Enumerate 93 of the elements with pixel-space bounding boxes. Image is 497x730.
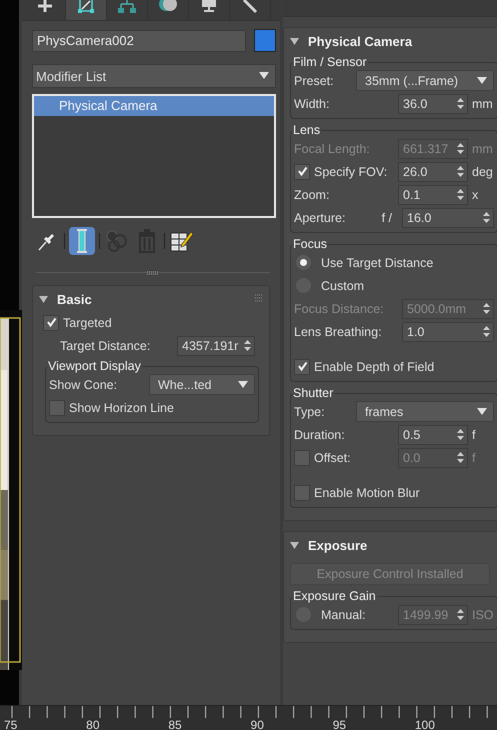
field-label: Duration: [294, 428, 346, 442]
spinner-field[interactable]: 0.5 [398, 424, 468, 444]
field-label: Offset: [314, 450, 352, 464]
checkbox-label[interactable]: Show Horizon Line [69, 400, 174, 414]
group-title: Exposure Gain [292, 589, 377, 603]
dropdown-arrow-icon [477, 76, 487, 84]
field-label: Manual: [321, 608, 366, 622]
dropdown-arrow-icon [259, 72, 269, 80]
checkbox-label[interactable]: Enable Motion Blur [314, 486, 420, 500]
grip-icon [255, 294, 263, 302]
unit-label: x [472, 188, 480, 202]
field-label: Aperture: [294, 210, 346, 224]
stack-item[interactable]: Physical Camera [34, 96, 274, 116]
dropdown[interactable]: frames [356, 401, 494, 422]
field-label: Width: [294, 96, 330, 110]
circles-icon [105, 229, 129, 253]
dropdown-arrow-icon [238, 380, 248, 388]
collapse-arrow-icon[interactable] [290, 542, 299, 549]
rollout-title[interactable]: Physical Camera [308, 34, 412, 49]
spinner-field[interactable]: 36.0 [398, 94, 468, 114]
unit-label: ISO [472, 608, 494, 622]
object-name-field[interactable]: PhysCamera002 [32, 30, 246, 52]
unit-label: f [472, 428, 476, 442]
frame-number: 95 [332, 718, 348, 730]
modify-icon [76, 0, 96, 14]
field-label: Zoom: [294, 188, 330, 202]
spinner-field[interactable]: 26.0 [398, 162, 468, 182]
motion-icon [158, 0, 178, 14]
checkbox[interactable] [49, 400, 65, 416]
plus-icon [35, 0, 55, 14]
group-title: Focus [292, 237, 328, 251]
checkbox[interactable] [294, 164, 310, 180]
unit-label: mm [472, 142, 494, 156]
unit-label: deg [472, 164, 494, 178]
checkbox-label[interactable]: Targeted [63, 316, 112, 330]
group-title: Viewport Display [47, 359, 142, 373]
unit-label: mm [472, 96, 494, 110]
spinner-arrows-icon [457, 609, 464, 620]
radio-button[interactable] [296, 255, 311, 270]
hierarchy-icon [117, 0, 137, 14]
spinner-arrows-icon [483, 212, 490, 223]
spinner-arrows-icon [457, 189, 464, 200]
field-label: Type: [294, 404, 326, 418]
spinner-field[interactable]: 4357.191r [177, 336, 255, 356]
group-title: Shutter [292, 386, 334, 400]
frame-number: 80 [86, 718, 101, 730]
checkbox[interactable] [43, 314, 59, 330]
spinner-arrows-icon [244, 340, 251, 351]
spinner-field[interactable]: 0.1 [398, 184, 468, 204]
dropdown[interactable]: 35mm (...Frame) [356, 70, 494, 91]
modifier-list-dropdown[interactable]: Modifier List [32, 64, 276, 88]
spinner-arrows-icon [483, 303, 490, 314]
radio-label[interactable]: Use Target Distance [321, 256, 434, 270]
collapse-arrow-icon[interactable] [290, 38, 299, 45]
rollout-title[interactable]: Basic [57, 292, 92, 307]
field-label: Lens Breathing: [294, 324, 383, 338]
spinner-arrows-icon [457, 166, 464, 177]
frame-number: 75 [4, 718, 18, 730]
spinner-field[interactable]: 16.0 [402, 208, 494, 228]
frame-number: 100 [414, 718, 436, 730]
spinner-arrows-icon [457, 98, 464, 109]
collapse-arrow-icon[interactable] [39, 296, 48, 303]
spinner-arrows-icon [457, 429, 464, 440]
frame-number: 90 [250, 718, 265, 730]
rollout-title[interactable]: Exposure [308, 538, 368, 553]
group-title: Lens [292, 123, 322, 137]
dropdown-arrow-icon [477, 408, 487, 416]
field-label: Preset: [294, 74, 335, 88]
wrench-icon [240, 0, 260, 14]
field-label: Focal Length: [294, 142, 371, 156]
spinner-field[interactable]: 1.0 [402, 322, 494, 342]
field-label: Show Cone: [49, 378, 118, 392]
checkbox-label[interactable]: Enable Depth of Field [314, 360, 434, 374]
dropdown[interactable]: Whe...ted [149, 374, 255, 395]
monitor-icon [199, 0, 219, 14]
spinner-arrows-icon [457, 143, 464, 154]
frame-number: 85 [168, 718, 183, 730]
group-title: Film / Sensor [292, 55, 368, 69]
unit-label: f [472, 450, 476, 464]
checkbox[interactable] [294, 484, 310, 500]
field-label: Focus Distance: [294, 302, 385, 316]
grid-pencil-icon [170, 229, 194, 253]
color-swatch[interactable] [254, 29, 276, 52]
stack-tool-button[interactable] [69, 227, 95, 255]
checkbox[interactable] [294, 358, 310, 374]
command-tab[interactable] [66, 0, 107, 20]
spinner-arrows-icon [457, 452, 464, 463]
f-stop-prefix: f / [382, 210, 392, 224]
radio-label[interactable]: Custom [321, 278, 364, 292]
spinner-arrows-icon [483, 326, 490, 337]
grip-icon [147, 271, 159, 275]
field-label: Target Distance: [60, 338, 152, 352]
field-label: Specify FOV: [314, 164, 388, 178]
